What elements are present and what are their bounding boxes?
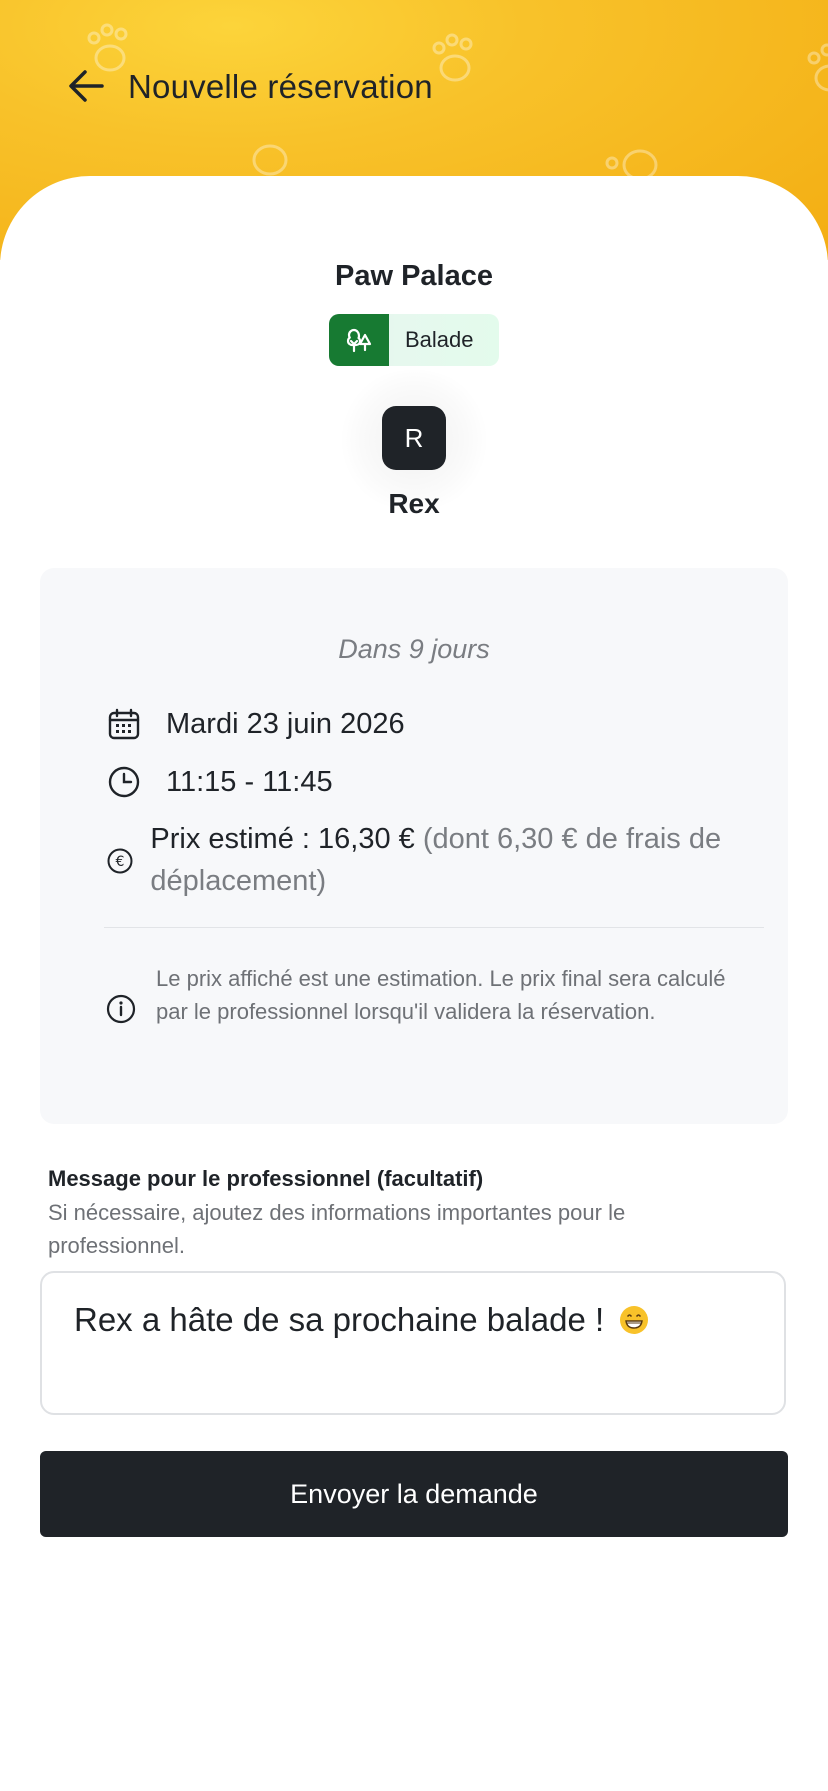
- message-hint: Si nécessaire, ajoutez des informations …: [48, 1200, 626, 1258]
- tree-icon: [346, 328, 372, 353]
- service-icon-container: [329, 314, 389, 366]
- pet-name: Rex: [388, 488, 440, 519]
- clock-icon: [108, 766, 140, 798]
- divider: [104, 927, 764, 928]
- price-row: € Prix estimé : 16,30 € (dont 6,30 € de …: [106, 818, 746, 902]
- message-input[interactable]: Rex a hâte de sa prochaine balade !: [40, 1271, 786, 1415]
- price-amount: Prix estimé : 16,30 €: [150, 823, 415, 855]
- time-row: 11:15 - 11:45: [106, 764, 333, 800]
- service-badge: Balade: [329, 314, 499, 366]
- grinning-face-emoji-icon: [620, 1306, 649, 1334]
- booking-date: Mardi 23 juin 2026: [166, 707, 405, 740]
- provider-name: Paw Palace: [335, 260, 493, 292]
- date-row: Mardi 23 juin 2026: [106, 706, 405, 742]
- calendar-icon: [108, 708, 140, 740]
- relative-date: Dans 9 jours: [338, 634, 490, 664]
- paw-print-icon: [807, 43, 828, 92]
- arrow-left-icon: [69, 70, 104, 102]
- message-text: Rex a hâte de sa prochaine balade !: [74, 1301, 605, 1338]
- price-info-note: Le prix affiché est une estimation. Le p…: [156, 966, 726, 1024]
- svg-text:€: €: [116, 854, 125, 870]
- service-label: Balade: [405, 327, 474, 352]
- back-button[interactable]: [66, 66, 106, 106]
- price-info-row: Le prix affiché est une estimation. Le p…: [106, 962, 746, 1028]
- pet-avatar: R: [382, 406, 446, 470]
- send-request-button[interactable]: Envoyer la demande: [40, 1451, 788, 1537]
- estimated-price: Prix estimé : 16,30 € (dont 6,30 € de fr…: [150, 818, 746, 902]
- euro-icon: €: [107, 848, 133, 874]
- page-title: Nouvelle réservation: [128, 68, 433, 105]
- booking-time: 11:15 - 11:45: [166, 765, 333, 798]
- booking-summary-card: Dans 9 jours Mardi 23 juin 2026 11:15 - …: [40, 568, 788, 1124]
- paw-print-icon: [432, 33, 473, 82]
- info-icon: [106, 994, 136, 1024]
- message-label: Message pour le professionnel (facultati…: [48, 1166, 484, 1191]
